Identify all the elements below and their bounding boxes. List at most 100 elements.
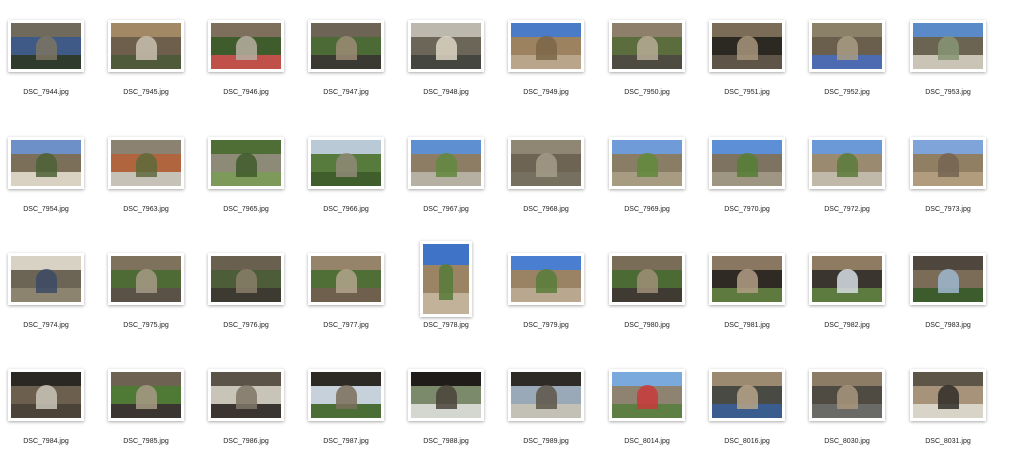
file-item[interactable]: DSC_7947.jpg xyxy=(296,0,396,116)
file-item[interactable]: DSC_7950.jpg xyxy=(597,0,697,116)
file-item[interactable]: DSC_7963.jpg xyxy=(96,117,196,233)
file-name-label: DSC_7963.jpg xyxy=(123,206,169,213)
file-thumbnail[interactable] xyxy=(609,253,685,305)
file-item[interactable]: DSC_7949.jpg xyxy=(496,0,596,116)
file-name-label: DSC_7987.jpg xyxy=(323,438,369,445)
file-item[interactable]: DSC_7970.jpg xyxy=(697,117,797,233)
file-item[interactable]: DSC_7989.jpg xyxy=(496,349,596,465)
file-thumbnail[interactable] xyxy=(8,20,84,72)
file-item[interactable]: DSC_8031.jpg xyxy=(898,349,998,465)
thumbnail-image xyxy=(311,23,381,69)
file-thumbnail[interactable] xyxy=(208,253,284,305)
file-item[interactable]: DSC_7969.jpg xyxy=(597,117,697,233)
file-thumbnail[interactable] xyxy=(609,369,685,421)
file-item[interactable]: DSC_7948.jpg xyxy=(396,0,496,116)
file-thumbnail[interactable] xyxy=(709,20,785,72)
file-item[interactable]: DSC_7979.jpg xyxy=(496,233,596,349)
file-thumbnail[interactable] xyxy=(910,137,986,189)
file-item[interactable]: DSC_7945.jpg xyxy=(96,0,196,116)
file-item[interactable]: DSC_7981.jpg xyxy=(697,233,797,349)
file-name-label: DSC_7970.jpg xyxy=(724,206,770,213)
file-thumbnail[interactable] xyxy=(508,253,584,305)
file-item[interactable]: DSC_7946.jpg xyxy=(196,0,296,116)
file-item[interactable]: DSC_7953.jpg xyxy=(898,0,998,116)
file-item[interactable]: DSC_7988.jpg xyxy=(396,349,496,465)
file-name-label: DSC_7944.jpg xyxy=(23,89,69,96)
file-item[interactable]: DSC_7966.jpg xyxy=(296,117,396,233)
thumbnail-image xyxy=(11,23,81,69)
file-item[interactable]: DSC_7954.jpg xyxy=(0,117,96,233)
file-thumbnail[interactable] xyxy=(408,137,484,189)
file-item[interactable]: DSC_7977.jpg xyxy=(296,233,396,349)
file-item[interactable]: DSC_7984.jpg xyxy=(0,349,96,465)
file-thumbnail[interactable] xyxy=(609,137,685,189)
file-thumbnail[interactable] xyxy=(408,20,484,72)
file-thumbnail[interactable] xyxy=(709,253,785,305)
file-thumbnail[interactable] xyxy=(308,369,384,421)
file-item[interactable]: DSC_7952.jpg xyxy=(797,0,897,116)
file-item[interactable]: DSC_7975.jpg xyxy=(96,233,196,349)
file-item[interactable]: DSC_7974.jpg xyxy=(0,233,96,349)
thumbnail-image xyxy=(11,140,81,186)
thumbnail-image xyxy=(712,140,782,186)
file-thumbnail[interactable] xyxy=(8,253,84,305)
file-item[interactable]: DSC_7973.jpg xyxy=(898,117,998,233)
file-item[interactable]: DSC_7987.jpg xyxy=(296,349,396,465)
file-item[interactable]: DSC_8014.jpg xyxy=(597,349,697,465)
file-thumbnail[interactable] xyxy=(308,253,384,305)
file-item[interactable]: DSC_7965.jpg xyxy=(196,117,296,233)
file-thumbnail[interactable] xyxy=(809,137,885,189)
file-thumbnail[interactable] xyxy=(108,20,184,72)
file-item[interactable]: DSC_7978.jpg xyxy=(396,233,496,349)
file-thumbnail[interactable] xyxy=(910,369,986,421)
thumbnail-image xyxy=(913,140,983,186)
file-item[interactable]: DSC_8016.jpg xyxy=(697,349,797,465)
file-name-label: DSC_7951.jpg xyxy=(724,89,770,96)
thumbnail-image xyxy=(812,372,882,418)
file-name-label: DSC_7974.jpg xyxy=(23,322,69,329)
file-thumbnail[interactable] xyxy=(910,253,986,305)
file-thumbnail[interactable] xyxy=(308,20,384,72)
thumbnail-image xyxy=(812,140,882,186)
file-thumbnail[interactable] xyxy=(508,369,584,421)
file-item[interactable]: DSC_7983.jpg xyxy=(898,233,998,349)
file-thumbnail[interactable] xyxy=(609,20,685,72)
file-thumbnail[interactable] xyxy=(709,137,785,189)
file-thumbnail[interactable] xyxy=(208,20,284,72)
file-item[interactable]: DSC_7980.jpg xyxy=(597,233,697,349)
thumbnail-image xyxy=(411,140,481,186)
file-item[interactable]: DSC_7985.jpg xyxy=(96,349,196,465)
file-thumbnail[interactable] xyxy=(208,369,284,421)
file-thumbnail[interactable] xyxy=(420,241,472,317)
file-item[interactable]: DSC_7944.jpg xyxy=(0,0,96,116)
file-item[interactable]: DSC_7982.jpg xyxy=(797,233,897,349)
file-item[interactable]: DSC_7967.jpg xyxy=(396,117,496,233)
file-thumbnail[interactable] xyxy=(208,137,284,189)
file-thumbnail[interactable] xyxy=(508,20,584,72)
file-thumbnail[interactable] xyxy=(508,137,584,189)
file-thumbnail[interactable] xyxy=(8,137,84,189)
file-name-label: DSC_8030.jpg xyxy=(824,438,870,445)
file-thumbnail[interactable] xyxy=(910,20,986,72)
file-thumbnail[interactable] xyxy=(809,253,885,305)
file-item[interactable]: DSC_7976.jpg xyxy=(196,233,296,349)
file-thumbnail[interactable] xyxy=(108,253,184,305)
file-thumbnail[interactable] xyxy=(108,137,184,189)
thumbnail-image xyxy=(211,23,281,69)
thumbnail-image xyxy=(411,372,481,418)
file-thumbnail[interactable] xyxy=(308,137,384,189)
file-thumbnail[interactable] xyxy=(709,369,785,421)
file-item[interactable]: DSC_7968.jpg xyxy=(496,117,596,233)
file-thumbnail[interactable] xyxy=(408,369,484,421)
file-thumbnail[interactable] xyxy=(8,369,84,421)
file-name-label: DSC_7980.jpg xyxy=(624,322,670,329)
file-thumbnail[interactable] xyxy=(809,20,885,72)
file-item[interactable]: DSC_7986.jpg xyxy=(196,349,296,465)
file-name-label: DSC_7947.jpg xyxy=(323,89,369,96)
file-item[interactable]: DSC_8030.jpg xyxy=(797,349,897,465)
file-thumbnail[interactable] xyxy=(108,369,184,421)
file-name-label: DSC_7946.jpg xyxy=(223,89,269,96)
file-item[interactable]: DSC_7951.jpg xyxy=(697,0,797,116)
file-thumbnail[interactable] xyxy=(809,369,885,421)
file-item[interactable]: DSC_7972.jpg xyxy=(797,117,897,233)
